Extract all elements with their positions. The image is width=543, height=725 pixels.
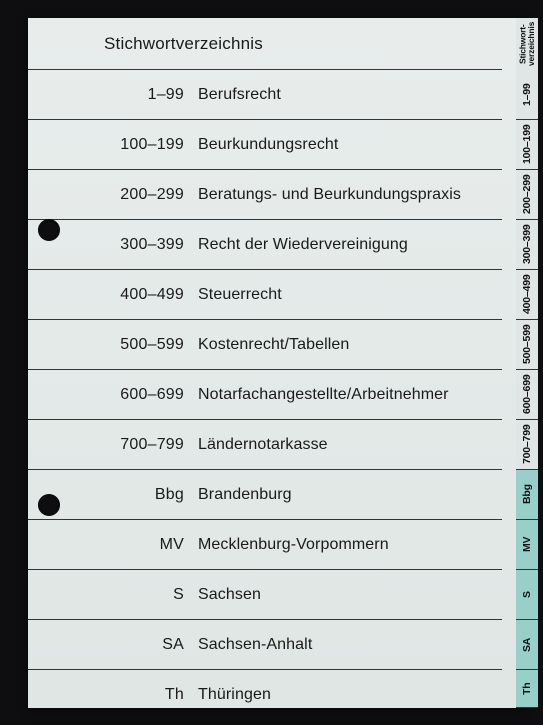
index-row: 100–199 Beurkundungsrecht xyxy=(28,120,502,170)
side-tab: 1–99 xyxy=(516,70,538,120)
index-row: 300–399 Recht der Wiedervereinigung xyxy=(28,220,502,270)
index-code: 1–99 xyxy=(28,86,198,104)
side-tab: 300–399 xyxy=(516,220,538,270)
side-tab: 700–799 xyxy=(516,420,538,470)
index-code: Th xyxy=(28,686,198,704)
index-desc: Recht der Wiedervereinigung xyxy=(198,236,502,254)
content-area: Stichwortverzeichnis 1–99 Berufsrecht 10… xyxy=(28,18,502,720)
side-tab-strip: Stichwort- verzeichnis 1–99 100–199 200–… xyxy=(516,18,538,708)
side-tab-region: SA xyxy=(516,620,538,670)
punch-hole-icon xyxy=(38,219,60,241)
index-row: SA Sachsen-Anhalt xyxy=(28,620,502,670)
index-desc: Beratungs- und Beurkundungspraxis xyxy=(198,186,502,204)
index-desc: Steuerrecht xyxy=(198,286,502,304)
index-desc: Ländernotarkasse xyxy=(198,436,502,454)
index-code: MV xyxy=(28,536,198,554)
index-code: 400–499 xyxy=(28,286,198,304)
side-tab-header: Stichwort- verzeichnis xyxy=(516,18,538,70)
index-desc: Mecklenburg-Vorpommern xyxy=(198,536,502,554)
index-desc: Beurkundungsrecht xyxy=(198,136,502,154)
side-tab: 100–199 xyxy=(516,120,538,170)
index-row: 200–299 Beratungs- und Beurkundungspraxi… xyxy=(28,170,502,220)
index-desc: Sachsen xyxy=(198,586,502,604)
side-tab: 500–599 xyxy=(516,320,538,370)
index-row: 600–699 Notarfachangestellte/Arbeitnehme… xyxy=(28,370,502,420)
index-code: SA xyxy=(28,636,198,654)
index-code: 600–699 xyxy=(28,386,198,404)
index-row: MV Mecklenburg-Vorpommern xyxy=(28,520,502,570)
side-tab: 400–499 xyxy=(516,270,538,320)
side-tab: 200–299 xyxy=(516,170,538,220)
punch-hole-icon xyxy=(38,494,60,516)
index-row: Bbg Brandenburg xyxy=(28,470,502,520)
index-code: 100–199 xyxy=(28,136,198,154)
header-row: Stichwortverzeichnis xyxy=(28,18,502,70)
side-tab: 600–699 xyxy=(516,370,538,420)
side-tab-region: Th xyxy=(516,670,538,708)
index-desc: Brandenburg xyxy=(198,486,502,504)
index-code: 500–599 xyxy=(28,336,198,354)
index-desc: Sachsen-Anhalt xyxy=(198,636,502,654)
index-code: S xyxy=(28,586,198,604)
index-code: 700–799 xyxy=(28,436,198,454)
index-row: 400–499 Steuerrecht xyxy=(28,270,502,320)
index-desc: Notarfachangestellte/Arbeitnehmer xyxy=(198,386,502,404)
side-tab-region: MV xyxy=(516,520,538,570)
index-row: Th Thüringen xyxy=(28,670,502,720)
index-row: 1–99 Berufsrecht xyxy=(28,70,502,120)
index-row: S Sachsen xyxy=(28,570,502,620)
index-divider-page: Stichwortverzeichnis 1–99 Berufsrecht 10… xyxy=(28,18,526,708)
index-row: 700–799 Ländernotarkasse xyxy=(28,420,502,470)
page-title: Stichwortverzeichnis xyxy=(28,34,198,54)
index-desc: Thüringen xyxy=(198,686,502,704)
index-desc: Berufsrecht xyxy=(198,86,502,104)
index-code: 200–299 xyxy=(28,186,198,204)
side-tab-region: Bbg xyxy=(516,470,538,520)
index-row: 500–599 Kostenrecht/Tabellen xyxy=(28,320,502,370)
index-desc: Kostenrecht/Tabellen xyxy=(198,336,502,354)
side-tab-region: S xyxy=(516,570,538,620)
